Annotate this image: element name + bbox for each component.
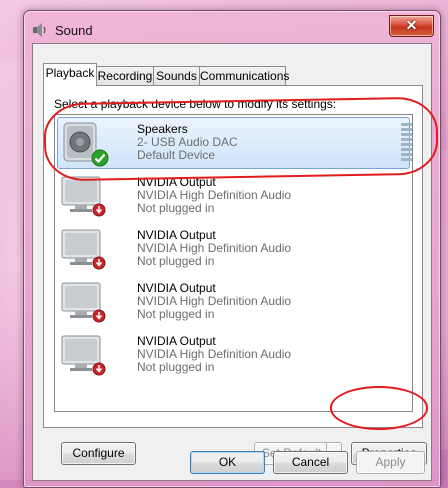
device-driver: NVIDIA High Definition Audio: [137, 347, 292, 361]
tab-playback[interactable]: Playback: [43, 63, 97, 86]
default-check-icon: [91, 149, 109, 170]
close-button[interactable]: ✕: [389, 15, 434, 37]
tab-recording[interactable]: Recording: [96, 66, 154, 85]
device-name: NVIDIA Output: [137, 281, 216, 295]
device-status: Not plugged in: [137, 360, 215, 374]
device-driver: NVIDIA High Definition Audio: [137, 294, 292, 308]
volume-level-meter: [401, 123, 412, 163]
device-status: Not plugged in: [137, 254, 215, 268]
device-driver: NVIDIA High Definition Audio: [137, 188, 292, 202]
cancel-button[interactable]: Cancel: [273, 451, 348, 474]
device-driver: 2- USB Audio DAC: [137, 135, 238, 149]
device-name: Speakers: [137, 122, 188, 136]
device-status: Not plugged in: [137, 307, 215, 321]
window-title: Sound: [55, 23, 93, 38]
device-status: Default Device: [137, 148, 216, 162]
device-name: NVIDIA Output: [137, 334, 216, 348]
instruction-text: Select a playback device below to modify…: [54, 97, 337, 111]
device-item-nvidia-output-1[interactable]: NVIDIA Output NVIDIA High Definition Aud…: [55, 168, 412, 221]
title-bar[interactable]: Sound ✕: [24, 11, 440, 43]
sound-dialog: Sound ✕ Playback Recording Sounds Commun…: [23, 10, 441, 488]
device-name: NVIDIA Output: [137, 175, 216, 189]
dialog-client-area: Playback Recording Sounds Communications…: [32, 43, 432, 481]
unplugged-icon: [92, 256, 106, 273]
tab-communications[interactable]: Communications: [199, 66, 289, 85]
device-driver: NVIDIA High Definition Audio: [137, 241, 292, 255]
device-status: Not plugged in: [137, 201, 215, 215]
playback-panel: Select a playback device below to modify…: [43, 85, 427, 465]
device-item-speakers[interactable]: Speakers 2- USB Audio DAC Default Device: [55, 115, 412, 170]
ok-button[interactable]: OK: [190, 451, 265, 474]
close-icon: ✕: [405, 17, 418, 33]
device-item-nvidia-output-4[interactable]: NVIDIA Output NVIDIA High Definition Aud…: [55, 327, 412, 380]
configure-button[interactable]: Configure: [61, 442, 136, 465]
device-list[interactable]: Speakers 2- USB Audio DAC Default Device: [54, 114, 413, 412]
tab-sounds[interactable]: Sounds: [153, 66, 200, 85]
device-name: NVIDIA Output: [137, 228, 216, 242]
unplugged-icon: [92, 309, 106, 326]
device-item-nvidia-output-3[interactable]: NVIDIA Output NVIDIA High Definition Aud…: [55, 274, 412, 327]
unplugged-icon: [92, 203, 106, 220]
sound-icon: [32, 22, 48, 38]
device-item-nvidia-output-2[interactable]: NVIDIA Output NVIDIA High Definition Aud…: [55, 221, 412, 274]
apply-button[interactable]: Apply: [356, 451, 425, 474]
unplugged-icon: [92, 362, 106, 379]
